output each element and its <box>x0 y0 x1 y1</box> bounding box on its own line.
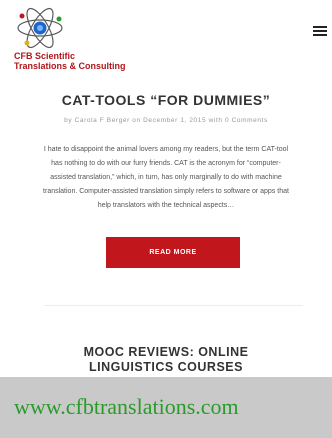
post-title-line-1: MOOC REVIEWS: ONLINE <box>83 345 249 359</box>
brand-line-1: CFB Scientific <box>14 51 76 61</box>
footer-url: www.cfbtranslations.com <box>14 394 239 419</box>
brand-line-2: Translations & Consulting <box>14 61 126 71</box>
post-title[interactable]: CAT-TOOLS “FOR DUMMIES” <box>0 92 332 108</box>
read-more-button[interactable]: READ MORE <box>106 237 240 268</box>
post-title-line-2: LINGUISTICS COURSES <box>89 360 243 374</box>
hamburger-menu-icon[interactable] <box>313 26 327 38</box>
post-divider <box>44 305 303 306</box>
site-header: CFB Scientific Translations & Consulting <box>0 0 332 80</box>
post-meta: by Carola F Berger on December 1, 2015 w… <box>64 117 268 124</box>
post-excerpt: I hate to disappoint the animal lovers a… <box>43 146 289 209</box>
brand-name[interactable]: CFB Scientific Translations & Consulting <box>14 51 126 71</box>
atom-logo-icon[interactable] <box>14 6 66 50</box>
post-title[interactable]: MOOC REVIEWS: ONLINE LINGUISTICS COURSES <box>0 345 332 375</box>
